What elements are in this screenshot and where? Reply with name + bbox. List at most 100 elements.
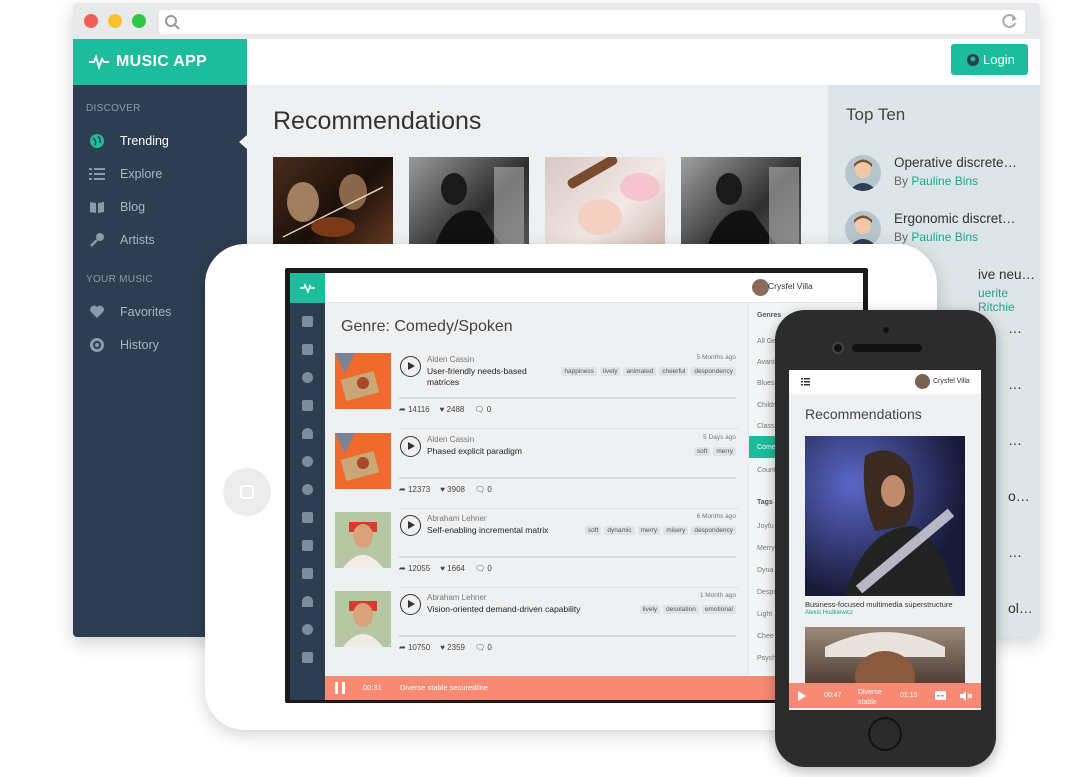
genre-item[interactable]: Avant <box>757 359 775 366</box>
recommendation-thumbnail[interactable] <box>273 157 393 249</box>
globe-icon[interactable] <box>302 484 313 495</box>
user-name[interactable]: Crysfel Villa <box>768 281 813 291</box>
progress-bar[interactable] <box>399 635 736 637</box>
top-ten-item-title[interactable]: ive neutral … <box>978 267 1038 282</box>
player-track-title[interactable]: Diverse stable <box>858 688 888 706</box>
tag[interactable]: animated <box>623 367 657 376</box>
track-title[interactable]: Self-enabling incremental matrix <box>427 525 577 536</box>
tag[interactable]: cheerful <box>659 367 689 376</box>
chat-icon[interactable] <box>302 372 313 383</box>
login-button[interactable]: Login <box>951 44 1028 75</box>
maximize-window-button[interactable] <box>132 14 146 28</box>
card-author[interactable]: Alexis Hodkiewicz <box>805 610 853 616</box>
track-artist[interactable]: Alden Cassin <box>427 435 474 444</box>
tag[interactable]: emotional <box>701 605 736 614</box>
app-logo[interactable]: MUSIC APP <box>73 39 247 85</box>
minimize-window-button[interactable] <box>108 14 122 28</box>
subtitles-icon[interactable] <box>935 691 946 700</box>
tag-item[interactable]: Light <box>757 611 772 618</box>
tablet-logo[interactable] <box>290 273 325 303</box>
tag[interactable]: merry <box>713 447 736 456</box>
tag[interactable]: despondency <box>691 367 736 376</box>
track-title[interactable]: Phased explicit paradigm <box>427 446 547 457</box>
address-bar[interactable] <box>159 10 1025 34</box>
tag[interactable]: soft <box>584 526 602 535</box>
play-button[interactable] <box>400 436 421 457</box>
author-link[interactable]: Pauline Bins <box>911 230 978 244</box>
genre-item[interactable]: Childr <box>757 402 775 409</box>
tag-item[interactable]: Psych <box>757 655 776 662</box>
playlist-icon[interactable] <box>302 652 313 663</box>
tag-item[interactable]: Dyna <box>757 567 773 574</box>
tag[interactable]: lively <box>639 605 661 614</box>
document-icon[interactable] <box>302 400 313 411</box>
card-title[interactable]: Business-focused multimedia superstructu… <box>805 600 975 609</box>
author-link[interactable]: Pauline Bins <box>911 174 978 188</box>
genre-item[interactable]: Count <box>757 467 776 474</box>
refresh-icon[interactable] <box>1002 13 1018 29</box>
genre-item[interactable]: Blues <box>757 380 775 387</box>
play-button[interactable] <box>400 594 421 615</box>
sidebar-item-trending[interactable]: Trending <box>89 129 239 153</box>
recommendation-thumbnail[interactable] <box>409 157 529 249</box>
avatar[interactable] <box>845 211 881 247</box>
tag[interactable]: soft <box>693 447 711 456</box>
music-note-icon[interactable] <box>302 456 313 467</box>
avatar[interactable] <box>752 279 769 296</box>
book-icon[interactable] <box>302 344 313 355</box>
progress-bar[interactable] <box>399 397 736 399</box>
microphone-icon[interactable] <box>302 568 313 579</box>
sidebar-item-explore[interactable]: Explore <box>89 162 239 186</box>
track-artist[interactable]: Abraham Lehner <box>427 593 487 602</box>
history-icon[interactable] <box>302 624 313 635</box>
genre-item[interactable]: Class <box>757 423 775 430</box>
recommendation-thumbnail[interactable] <box>681 157 801 249</box>
close-window-button[interactable] <box>84 14 98 28</box>
play-icon[interactable] <box>798 691 806 701</box>
play-button[interactable] <box>400 356 421 377</box>
player-track-title[interactable]: Diverse stable securedline <box>400 683 488 692</box>
tag[interactable]: desolation <box>663 605 699 614</box>
track-title[interactable]: Vision-oriented demand-driven capability <box>427 604 617 615</box>
tag-item[interactable]: Merry <box>757 545 775 552</box>
recommendation-image[interactable] <box>805 627 965 687</box>
avatar[interactable] <box>845 155 881 191</box>
sidebar-item-artists[interactable]: Artists <box>89 228 239 252</box>
track-artist[interactable]: Alden Cassin <box>427 355 474 364</box>
recommendation-image[interactable] <box>805 436 965 596</box>
tag[interactable]: happiness <box>561 367 597 376</box>
author-link[interactable]: uerite Ritchie <box>978 286 1015 314</box>
book-icon[interactable] <box>302 540 313 551</box>
album-art[interactable] <box>335 591 391 647</box>
heart-icon[interactable] <box>302 596 313 607</box>
tag-item[interactable]: Joyfu <box>757 523 774 530</box>
pause-button[interactable] <box>335 682 345 694</box>
recommendation-thumbnail[interactable] <box>545 157 665 249</box>
play-button[interactable] <box>400 515 421 536</box>
tag-item[interactable]: Chee <box>757 633 774 640</box>
menu-icon[interactable] <box>801 378 810 386</box>
album-art[interactable] <box>335 433 391 489</box>
tablet-home-button[interactable] <box>223 468 271 516</box>
genre-item[interactable]: Come <box>757 444 776 451</box>
avatar[interactable] <box>915 374 930 389</box>
album-art[interactable] <box>335 353 391 409</box>
tag[interactable]: merry <box>637 526 661 535</box>
sidebar-item-blog[interactable]: Blog <box>89 195 239 219</box>
user-icon[interactable] <box>302 428 313 439</box>
tag[interactable]: dynamic <box>604 526 635 535</box>
track-title[interactable]: User-friendly needs-based matrices <box>427 366 547 388</box>
user-name[interactable]: Crysfel Villa <box>933 378 970 385</box>
tag[interactable]: lively <box>600 367 621 376</box>
mute-icon[interactable] <box>960 691 972 701</box>
genre-item[interactable]: All Ge <box>757 338 776 345</box>
track-artist[interactable]: Abraham Lehner <box>427 514 487 523</box>
top-ten-item-title[interactable]: Operative discrete… <box>894 155 1034 170</box>
tag[interactable]: misery <box>663 526 689 535</box>
list-icon[interactable] <box>302 512 313 523</box>
phone-home-button[interactable] <box>868 717 902 751</box>
tag[interactable]: despondency <box>691 526 736 535</box>
album-art[interactable] <box>335 512 391 568</box>
progress-bar[interactable] <box>399 477 736 479</box>
progress-bar[interactable] <box>399 556 736 558</box>
